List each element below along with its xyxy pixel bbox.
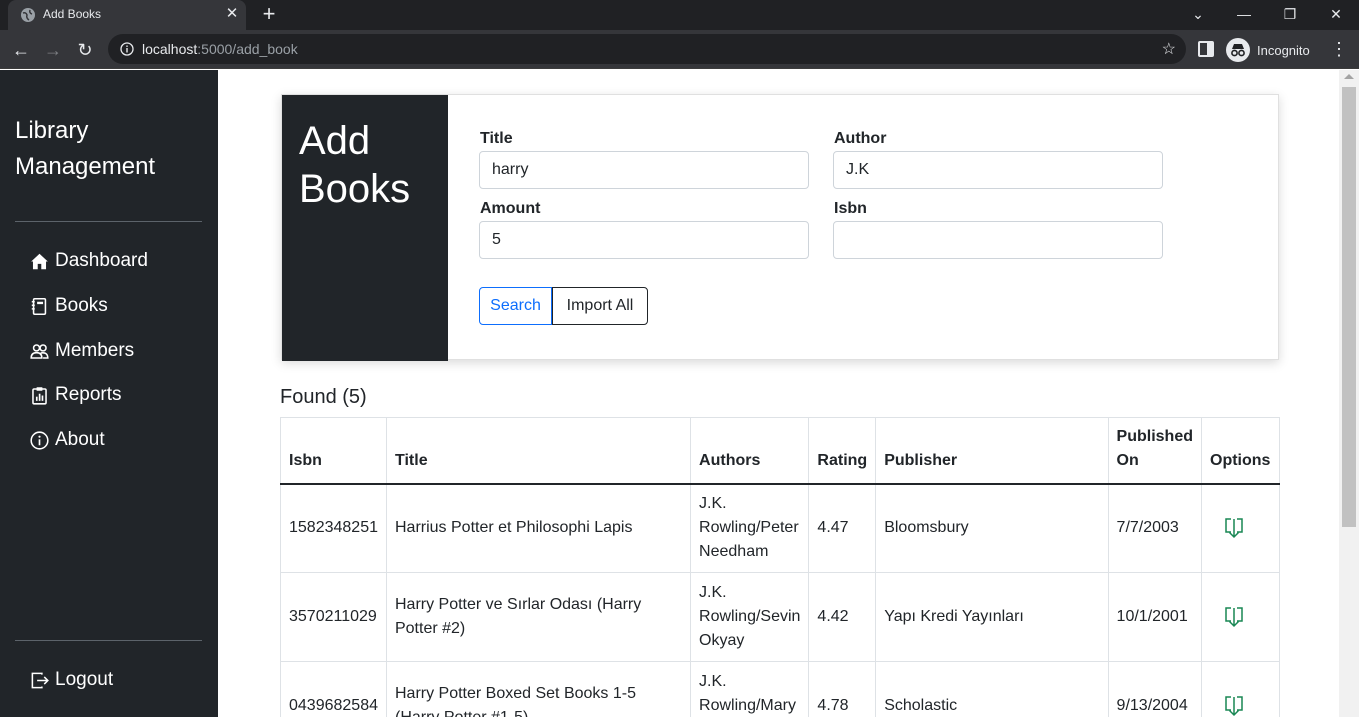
published-on-cell: 7/7/2003: [1107, 483, 1203, 573]
table-header-row: Isbn Title Authors Rating Publisher Publ…: [280, 417, 1280, 485]
sidebar: Library Management Dashboard Books Membe…: [0, 70, 218, 717]
table-row: 3570211029 Harry Potter ve Sırlar Odası …: [280, 572, 1280, 662]
sidebar-item-reports[interactable]: Reports: [30, 381, 122, 409]
main-content: Add Books Title Author Amount Isbn Searc…: [218, 70, 1339, 717]
sidebar-item-label: Reports: [55, 384, 122, 405]
sidebar-item-label: Dashboard: [55, 250, 148, 271]
incognito-label: Incognito: [1257, 42, 1310, 58]
back-icon[interactable]: ←: [10, 39, 32, 61]
author-input[interactable]: [833, 151, 1163, 189]
import-all-button[interactable]: Import All: [552, 287, 648, 325]
site-info-icon[interactable]: [120, 42, 134, 56]
rating-cell: 4.42: [808, 572, 877, 662]
options-cell: [1201, 572, 1280, 662]
logout-icon: [31, 672, 49, 688]
clipboard-data-icon: [32, 386, 47, 405]
rating-cell: 4.78: [808, 661, 877, 717]
published-on-cell: 9/13/2004: [1107, 661, 1203, 717]
isbn-cell: 3570211029: [280, 572, 387, 662]
side-panel-icon[interactable]: [1198, 41, 1214, 57]
column-header: Publisher: [875, 417, 1109, 485]
sidebar-item-about[interactable]: About: [30, 426, 105, 454]
browser-tab[interactable]: Add Books ✕: [8, 0, 246, 30]
publisher-cell: Bloomsbury: [875, 483, 1109, 573]
minimize-button[interactable]: —: [1232, 3, 1256, 25]
sidebar-item-label: Books: [55, 295, 108, 316]
logout-button[interactable]: Logout: [30, 666, 113, 694]
new-tab-button[interactable]: +: [258, 3, 280, 26]
title-cell: Harry Potter Boxed Set Books 1-5 (Harry …: [385, 661, 692, 717]
isbn-input[interactable]: [833, 221, 1163, 259]
add-books-card: Add Books Title Author Amount Isbn Searc…: [281, 94, 1279, 361]
sidebar-item-label: Members: [55, 340, 135, 361]
sidebar-divider: [15, 640, 202, 641]
info-circle-icon: [30, 430, 49, 450]
column-header: Isbn: [280, 417, 387, 485]
column-header: Rating: [808, 417, 877, 485]
house-icon: [31, 253, 48, 269]
authors-cell: J.K. Rowling/Mary GrandPré: [690, 661, 810, 717]
published-on-cell: 10/1/2001: [1107, 572, 1203, 662]
amount-label: Amount: [480, 200, 541, 217]
title-input[interactable]: [479, 151, 809, 189]
authors-cell: J.K. Rowling/Peter Needham: [690, 483, 810, 573]
authors-cell: J.K. Rowling/Sevin Okyay: [690, 572, 810, 662]
sidebar-item-label: About: [55, 429, 105, 450]
title-cell: Harry Potter ve Sırlar Odası (Harry Pott…: [385, 572, 692, 662]
download-icon[interactable]: [1224, 695, 1244, 717]
page-title: Add Books: [299, 119, 411, 211]
found-count: Found (5): [280, 386, 367, 408]
reload-icon[interactable]: ↻: [74, 39, 96, 61]
incognito-icon: [1226, 38, 1250, 62]
search-button[interactable]: Search: [479, 287, 552, 325]
page-scrollbar[interactable]: [1339, 70, 1359, 717]
isbn-label: Isbn: [834, 200, 867, 217]
maximize-button[interactable]: ❐: [1278, 3, 1302, 25]
download-icon[interactable]: [1224, 517, 1244, 539]
browser-menu-icon[interactable]: ⋮: [1330, 39, 1348, 60]
options-cell: [1201, 661, 1280, 717]
amount-input[interactable]: [479, 221, 809, 259]
sidebar-divider: [15, 221, 202, 222]
results-table: Isbn Title Authors Rating Publisher Publ…: [280, 417, 1280, 717]
browser-tab-bar: Add Books ✕ + ⌄ — ❐ ✕: [0, 0, 1359, 30]
globe-icon: [21, 8, 35, 22]
journals-icon: [31, 297, 47, 315]
address-bar[interactable]: localhost:5000/add_book ☆: [108, 34, 1186, 64]
download-icon[interactable]: [1224, 606, 1244, 628]
card-header-panel: Add Books: [282, 95, 448, 361]
sidebar-item-members[interactable]: Members: [30, 337, 134, 365]
brand-title: Library Management: [15, 117, 156, 180]
column-header: Title: [385, 417, 692, 485]
forward-icon[interactable]: →: [42, 39, 64, 61]
publisher-cell: Scholastic: [875, 661, 1109, 717]
incognito-indicator[interactable]: Incognito: [1226, 37, 1310, 63]
bookmark-star-icon[interactable]: ☆: [1162, 39, 1176, 59]
close-tab-icon[interactable]: ✕: [224, 5, 240, 23]
rating-cell: 4.47: [808, 483, 877, 573]
scrollbar-thumb[interactable]: [1342, 87, 1356, 527]
people-icon: [30, 343, 49, 359]
table-row: 0439682584 Harry Potter Boxed Set Books …: [280, 661, 1280, 717]
browser-toolbar: ← → ↻ localhost:5000/add_book ☆ Incognit…: [0, 30, 1359, 69]
column-header: Authors: [690, 417, 810, 485]
sidebar-item-books[interactable]: Books: [30, 292, 108, 320]
column-header: Options: [1201, 417, 1280, 485]
scroll-up-arrow-icon[interactable]: [1344, 74, 1354, 79]
tab-title: Add Books: [43, 7, 102, 21]
url-text: localhost:5000/add_book: [142, 41, 298, 57]
author-label: Author: [834, 130, 887, 147]
sidebar-item-dashboard[interactable]: Dashboard: [30, 247, 148, 275]
publisher-cell: Yapı Kredi Yayınları: [875, 572, 1109, 662]
tab-search-icon[interactable]: ⌄: [1186, 3, 1210, 25]
title-cell: Harrius Potter et Philosophi Lapis: [385, 483, 692, 573]
close-window-button[interactable]: ✕: [1324, 3, 1348, 25]
table-row: 1582348251 Harrius Potter et Philosophi …: [280, 483, 1280, 573]
isbn-cell: 1582348251: [280, 483, 387, 573]
column-header: Published On: [1107, 417, 1203, 485]
isbn-cell: 0439682584: [280, 661, 387, 717]
title-label: Title: [480, 130, 513, 147]
logout-label: Logout: [55, 669, 114, 690]
options-cell: [1201, 483, 1280, 573]
